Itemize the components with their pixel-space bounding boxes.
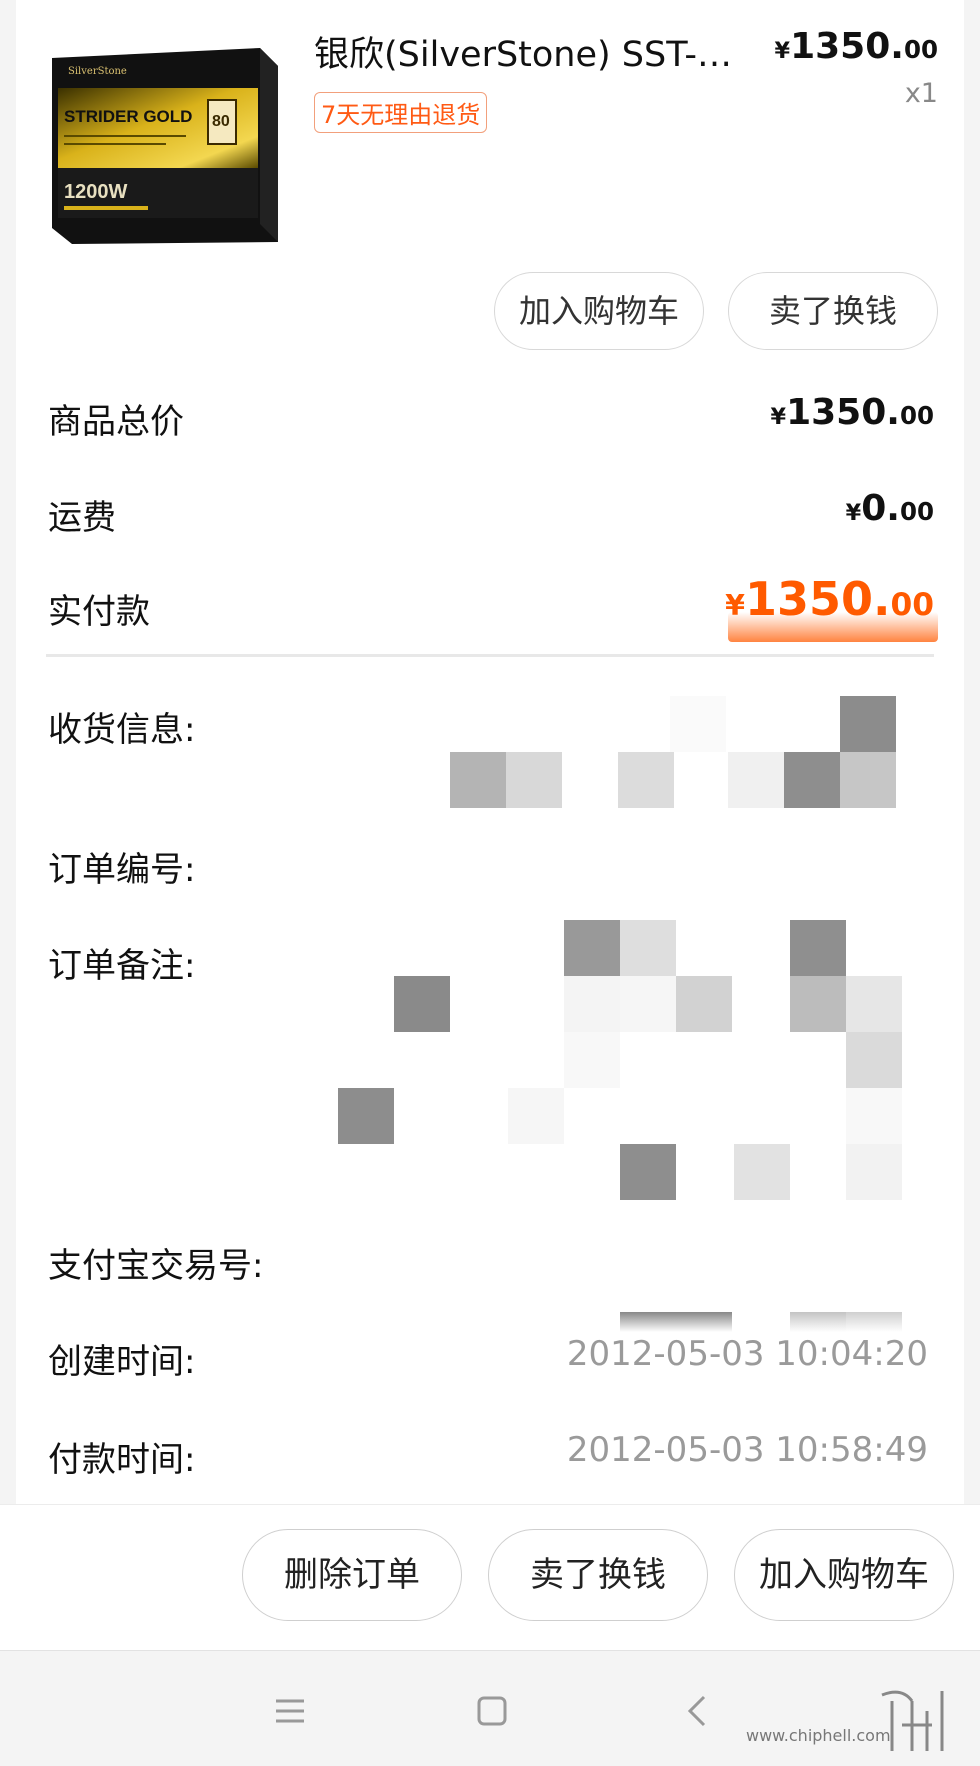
product-image[interactable]: SilverStone STRIDER GOLD 80 1200W xyxy=(46,22,306,262)
amount-integer: 1350. xyxy=(786,392,900,433)
currency-symbol: ¥ xyxy=(725,589,745,622)
watermark-text: www.chiphell.com xyxy=(746,1726,891,1745)
box-model-text: STRIDER GOLD xyxy=(64,107,192,126)
amount-cents: 00 xyxy=(890,587,934,623)
shipping-info-redacted xyxy=(450,696,896,808)
box-rating-text: 80 xyxy=(212,113,230,130)
alipay-trade-label: 支付宝交易号: xyxy=(48,1246,264,1286)
price-cents: 00 xyxy=(903,35,938,64)
shipping-fee-label: 运费 xyxy=(48,498,116,538)
chiphell-watermark: www.chiphell.com xyxy=(746,1690,944,1751)
delete-order-button[interactable]: 删除订单 xyxy=(242,1529,462,1621)
sell-button-bottom[interactable]: 卖了换钱 xyxy=(488,1529,708,1621)
order-note-redacted xyxy=(338,920,902,1200)
amount-cents: 00 xyxy=(899,497,934,526)
currency-symbol: ¥ xyxy=(770,404,787,430)
back-icon[interactable] xyxy=(668,1681,728,1741)
goods-total-amount: ¥1350.00 xyxy=(771,392,934,433)
order-note-label: 订单备注: xyxy=(48,946,196,986)
created-time-label: 创建时间: xyxy=(48,1342,196,1382)
shipping-info-label: 收货信息: xyxy=(48,710,196,750)
goods-total-label: 商品总价 xyxy=(48,402,184,442)
paid-amount-label: 实付款 xyxy=(48,592,150,632)
paid-time-label: 付款时间: xyxy=(48,1440,196,1480)
order-number-label: 订单编号: xyxy=(48,850,196,890)
amount-integer: 0. xyxy=(861,488,900,529)
paid-time-value: 2012-05-03 10:58:49 xyxy=(566,1430,928,1470)
system-navigation-bar: www.chiphell.com xyxy=(0,1650,980,1766)
amount-integer: 1350. xyxy=(744,572,891,626)
menu-icon[interactable] xyxy=(260,1681,320,1741)
sell-button[interactable]: 卖了换钱 xyxy=(728,272,938,350)
created-time-value: 2012-05-03 10:04:20 xyxy=(566,1334,928,1374)
box-brand-text: SilverStone xyxy=(68,66,127,77)
product-price: ¥1350.00 xyxy=(775,26,938,67)
price-integer: 1350. xyxy=(790,26,904,67)
order-card: SilverStone STRIDER GOLD 80 1200W 银欣(Sil… xyxy=(16,0,964,1504)
return-policy-badge: 7天无理由退货 xyxy=(314,92,488,133)
home-icon[interactable] xyxy=(462,1681,522,1741)
shipping-fee-amount: ¥0.00 xyxy=(846,488,934,529)
paid-amount: ¥1350.00 xyxy=(725,572,934,626)
currency-symbol: ¥ xyxy=(774,38,791,64)
alipay-trade-redacted xyxy=(620,1312,902,1332)
add-to-cart-button[interactable]: 加入购物车 xyxy=(494,272,704,350)
bottom-action-bar: 删除订单 卖了换钱 加入购物车 xyxy=(0,1504,980,1650)
box-wattage-text: 1200W xyxy=(64,181,127,203)
amount-cents: 00 xyxy=(899,401,934,430)
section-divider xyxy=(46,654,934,657)
product-title[interactable]: 银欣(SilverStone) SST-… xyxy=(314,26,764,77)
product-quantity: x1 xyxy=(904,78,938,109)
currency-symbol: ¥ xyxy=(845,500,862,526)
add-to-cart-button-bottom[interactable]: 加入购物车 xyxy=(734,1529,954,1621)
